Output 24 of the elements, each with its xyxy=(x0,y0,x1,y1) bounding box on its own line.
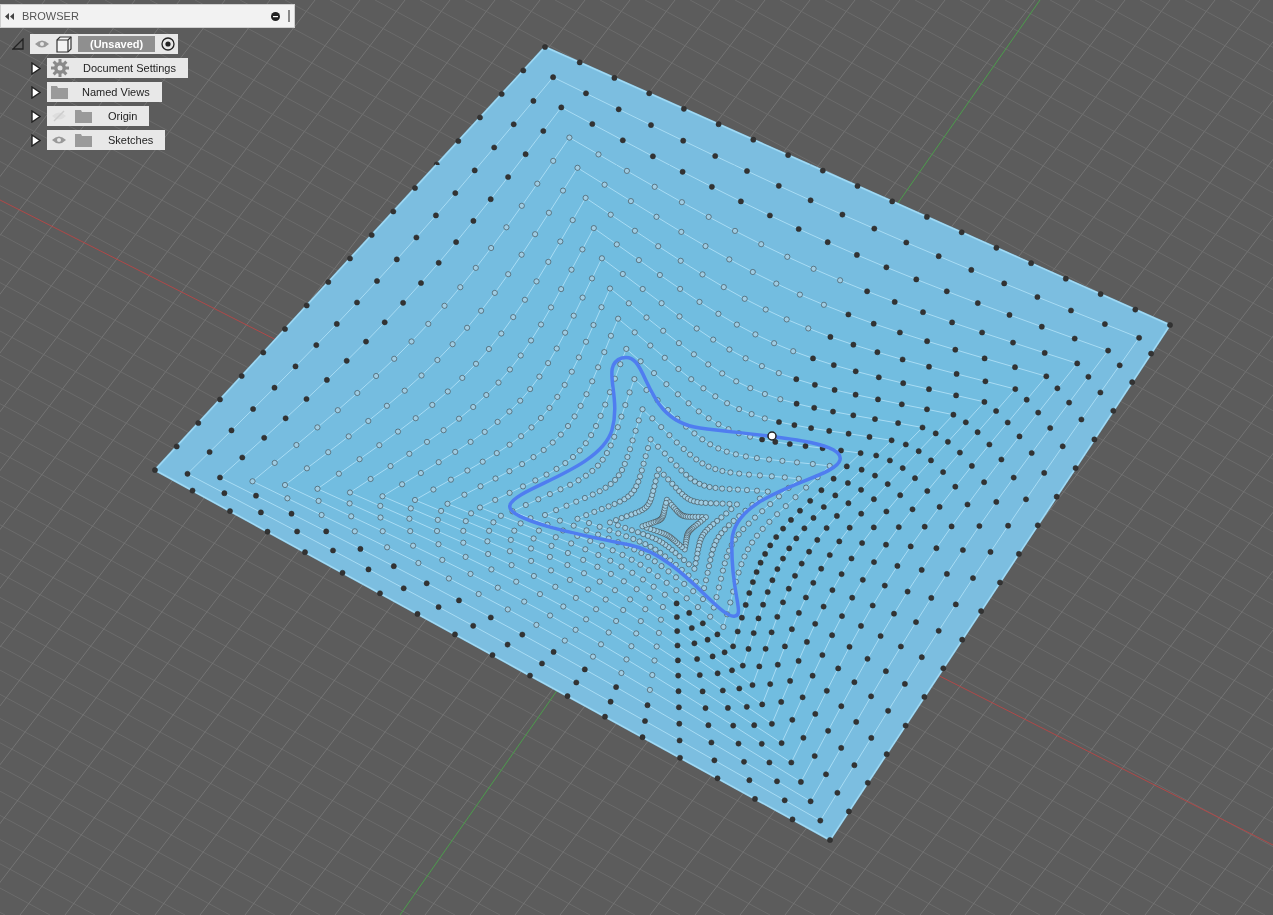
folder-icon xyxy=(51,85,68,99)
node-label: Document Settings xyxy=(82,60,176,76)
component-icon xyxy=(56,35,72,53)
tree-node[interactable]: Origin xyxy=(47,106,150,126)
node-label: Sketches xyxy=(107,132,154,148)
panel-title: BROWSER xyxy=(22,8,79,24)
collapsed-caret-icon[interactable] xyxy=(31,133,41,147)
minimize-icon[interactable] xyxy=(271,11,280,21)
node-label: Named Views xyxy=(81,84,150,100)
collapse-icon[interactable] xyxy=(5,12,14,20)
gear-icon xyxy=(51,59,69,77)
folder-icon xyxy=(75,133,92,147)
activate-radio-icon[interactable] xyxy=(161,37,176,51)
collapsed-caret-icon[interactable] xyxy=(31,85,41,99)
collapsed-caret-icon[interactable] xyxy=(31,61,41,75)
tree-node[interactable]: Named Views xyxy=(47,82,162,102)
folder-icon xyxy=(75,109,92,123)
tree-node[interactable]: Sketches xyxy=(47,130,166,150)
collapsed-caret-icon[interactable] xyxy=(31,109,41,123)
tree-node[interactable]: Document Settings xyxy=(47,58,188,78)
expanded-caret-icon[interactable] xyxy=(12,38,24,50)
node-label: Origin xyxy=(107,108,138,124)
node-label: (Unsaved) xyxy=(78,36,156,52)
curve-point[interactable] xyxy=(767,431,777,441)
